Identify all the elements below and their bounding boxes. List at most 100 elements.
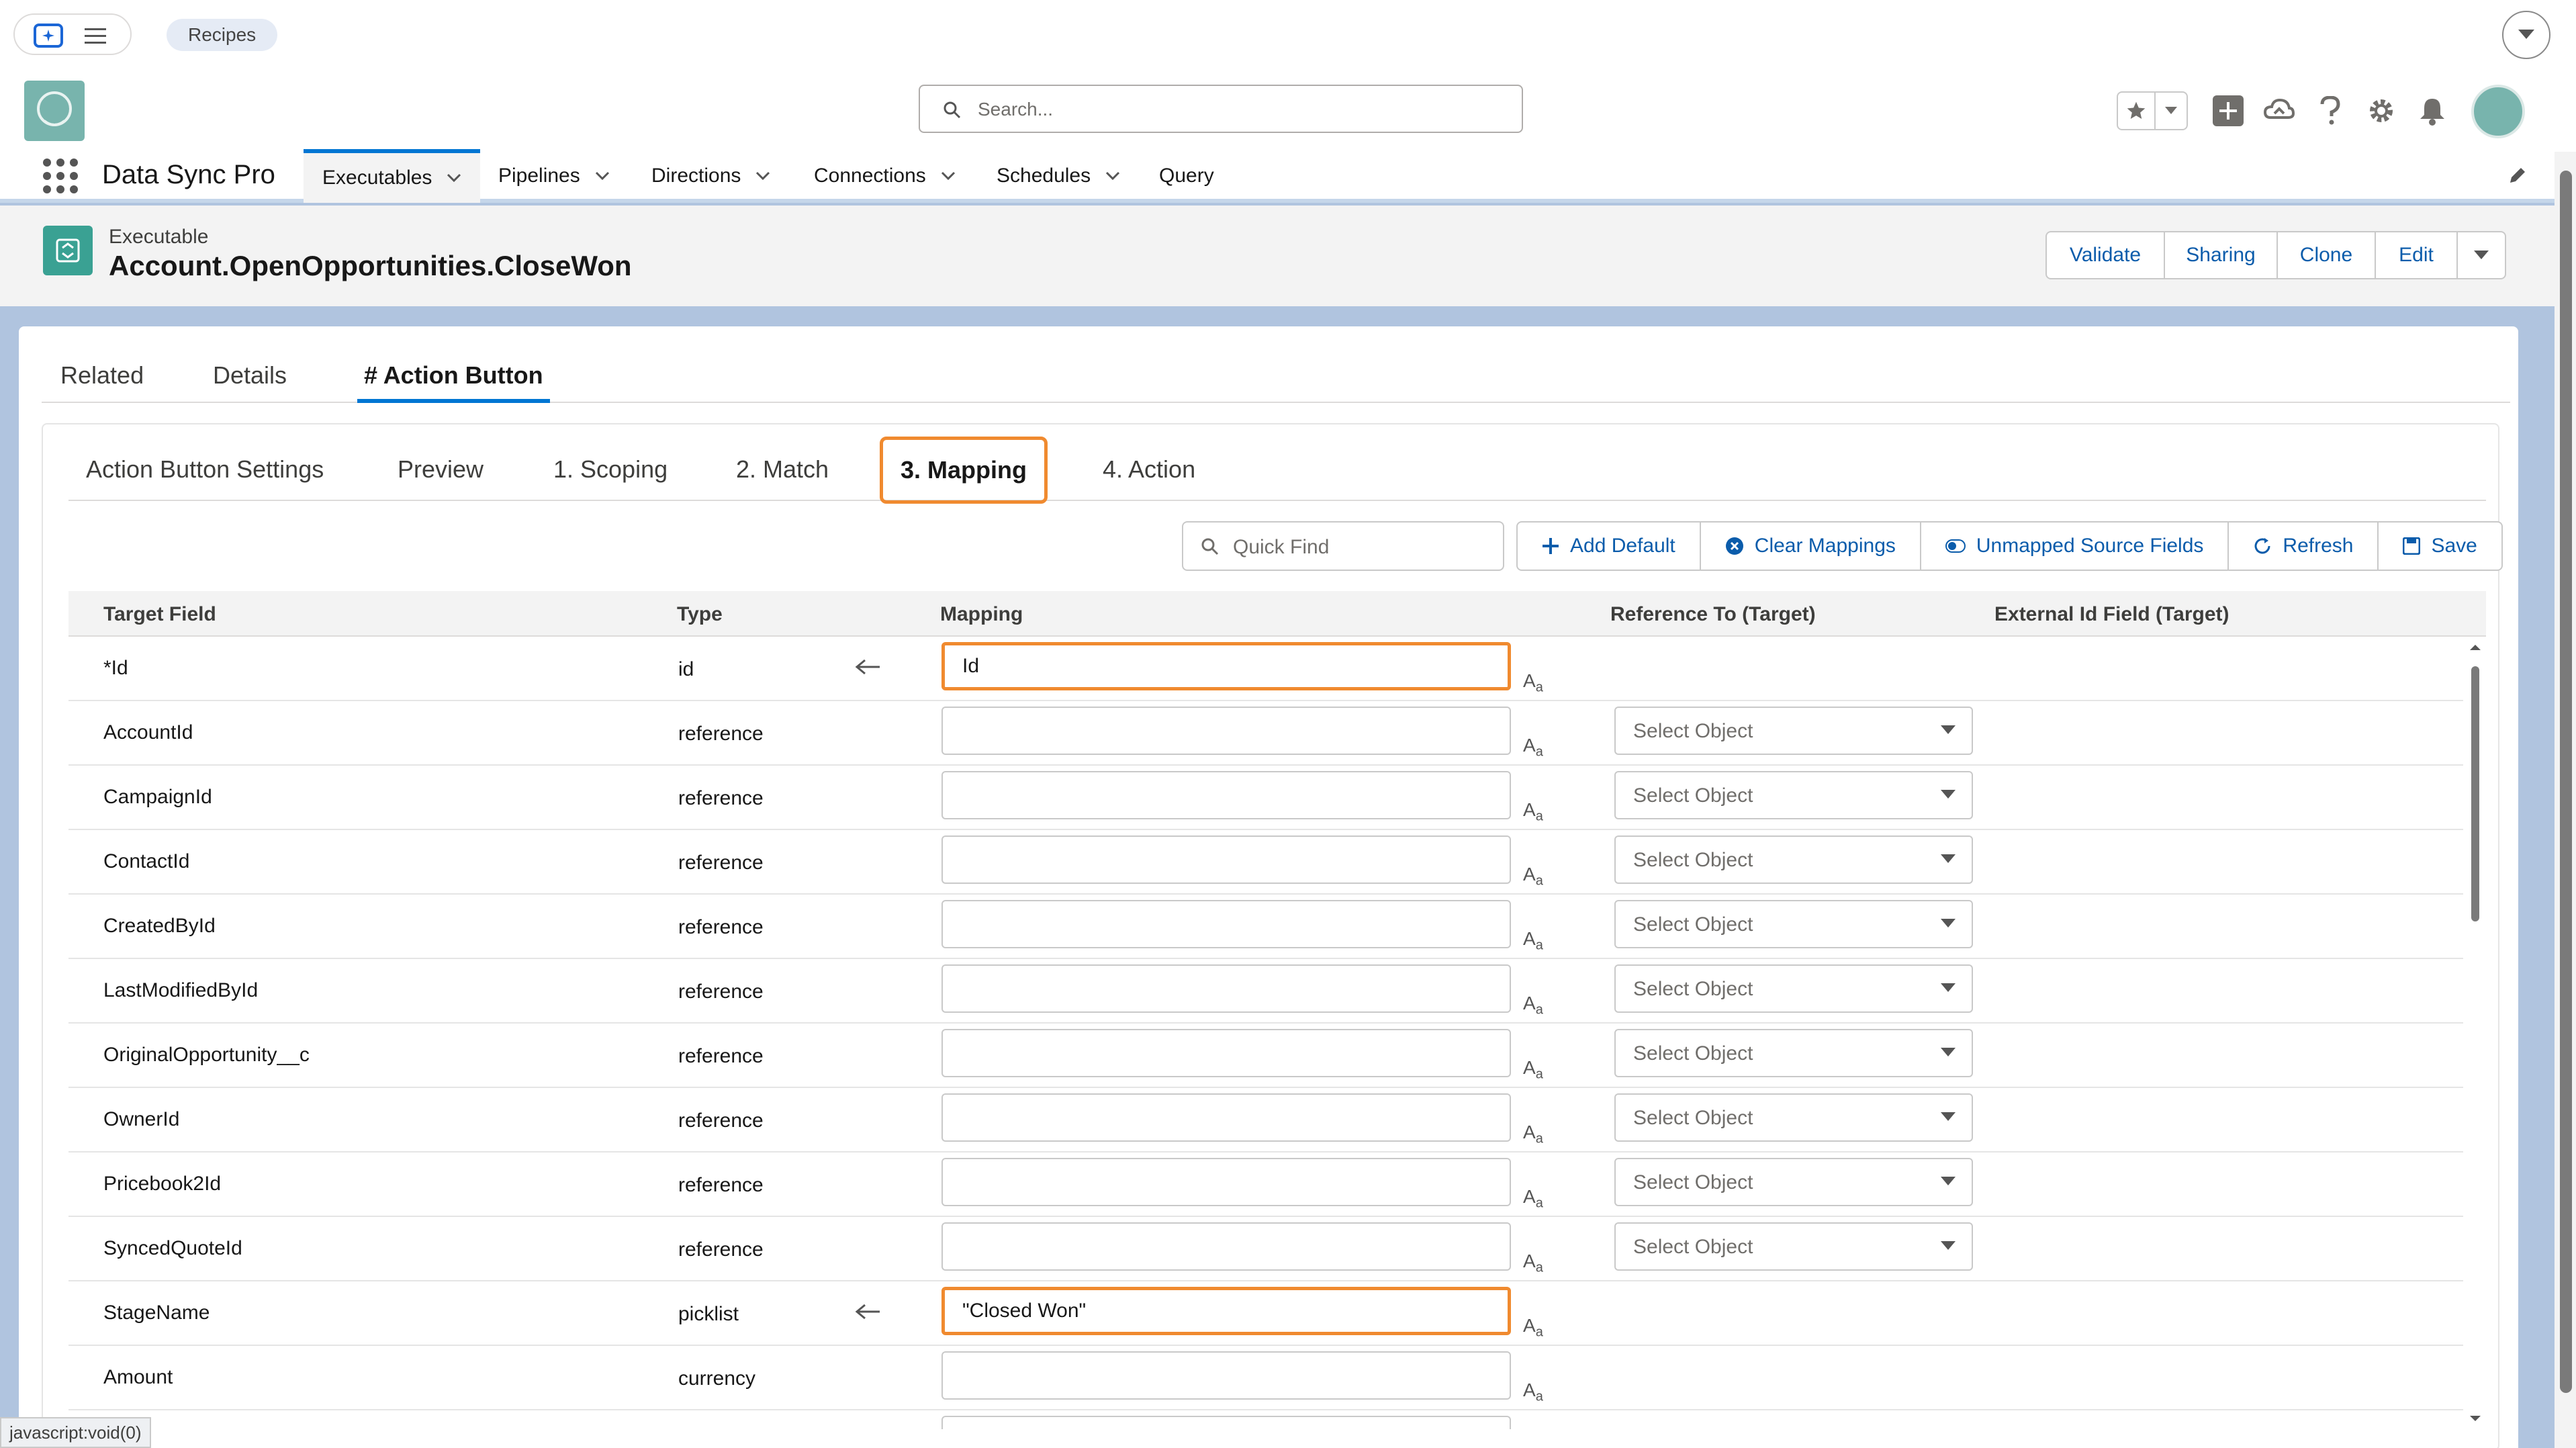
reference-object-select[interactable]: Select Object xyxy=(1614,900,1973,948)
tab-action[interactable]: 4. Action xyxy=(1103,455,1195,484)
bell-icon[interactable] xyxy=(2407,90,2458,132)
mapping-input[interactable] xyxy=(941,1351,1511,1400)
table-row: StageName picklist "Closed Won" Aa xyxy=(68,1281,2463,1346)
select-placeholder: Select Object xyxy=(1633,1171,1753,1193)
mapping-input[interactable] xyxy=(941,707,1511,755)
unmapped-source-fields-label: Unmapped Source Fields xyxy=(1976,535,2204,557)
mapping-input[interactable]: "Closed Won" xyxy=(941,1287,1511,1335)
mapping-input[interactable] xyxy=(941,771,1511,819)
reference-object-select[interactable]: Select Object xyxy=(1614,707,1973,755)
clear-mappings-button[interactable]: Clear Mappings xyxy=(1701,523,1921,570)
unmapped-source-fields-toggle[interactable]: Unmapped Source Fields xyxy=(1921,523,2229,570)
text-format-icon[interactable]: Aa xyxy=(1523,1251,1543,1276)
app-launcher-icon[interactable] xyxy=(43,159,78,193)
nav-item-query[interactable]: Query xyxy=(1159,149,1214,203)
nav-item-pipelines[interactable]: Pipelines xyxy=(498,149,610,203)
global-search[interactable]: Search... xyxy=(919,85,1523,133)
sharing-button[interactable]: Sharing xyxy=(2165,232,2278,278)
field-type: id xyxy=(678,658,694,680)
star-icon[interactable] xyxy=(2118,93,2156,129)
cloud-icon[interactable] xyxy=(2254,90,2305,132)
refresh-button[interactable]: Refresh xyxy=(2229,523,2379,570)
reference-object-select[interactable]: Select Object xyxy=(1614,964,1973,1013)
reference-object-select[interactable]: Select Object xyxy=(1614,1093,1973,1142)
edit-button[interactable]: Edit xyxy=(2376,232,2458,278)
utility-dropdown-button[interactable] xyxy=(2502,11,2550,59)
nav-item-schedules[interactable]: Schedules xyxy=(997,149,1120,203)
reference-object-select[interactable]: Select Object xyxy=(1614,1158,1973,1206)
col-target-field[interactable]: Target Field xyxy=(103,603,216,626)
nav-item-connections[interactable]: Connections xyxy=(814,149,956,203)
text-format-icon[interactable]: Aa xyxy=(1523,864,1543,889)
page-scrollbar[interactable] xyxy=(2555,152,2576,1448)
page-title: Account.OpenOpportunities.CloseWon xyxy=(109,250,632,281)
mapping-input[interactable] xyxy=(941,964,1511,1013)
page-scrollbar-thumb[interactable] xyxy=(2560,171,2572,1393)
select-placeholder: Select Object xyxy=(1633,1236,1753,1258)
mapping-input[interactable]: Id xyxy=(941,642,1511,690)
select-placeholder: Select Object xyxy=(1633,1042,1753,1065)
text-format-icon[interactable]: Aa xyxy=(1523,735,1543,760)
text-format-icon[interactable]: Aa xyxy=(1523,1186,1543,1212)
text-format-icon[interactable]: Aa xyxy=(1523,799,1543,825)
text-format-icon[interactable]: Aa xyxy=(1523,1379,1543,1405)
target-field-name: StageName xyxy=(103,1302,210,1324)
tab-related[interactable]: Related xyxy=(60,361,144,403)
record-type-label: Executable xyxy=(109,226,209,248)
chevron-down-icon xyxy=(1941,1241,1956,1250)
nav-item-directions[interactable]: Directions xyxy=(651,149,770,203)
pencil-icon[interactable] xyxy=(2508,165,2528,185)
recipes-tab[interactable]: Recipes xyxy=(167,19,278,51)
mapping-input[interactable] xyxy=(941,1093,1511,1142)
tab-scoping[interactable]: 1. Scoping xyxy=(553,455,668,484)
select-placeholder: Select Object xyxy=(1633,978,1753,1000)
app-switcher[interactable] xyxy=(13,13,132,55)
clone-button[interactable]: Clone xyxy=(2278,232,2376,278)
reference-object-select[interactable]: Select Object xyxy=(1614,1222,1973,1271)
chevron-down-icon[interactable] xyxy=(2156,93,2187,129)
add-default-button[interactable]: Add Default xyxy=(1518,523,1701,570)
nav-item-label: Executables xyxy=(322,167,432,189)
validate-button[interactable]: Validate xyxy=(2047,232,2165,278)
text-format-icon[interactable]: Aa xyxy=(1523,670,1543,696)
help-icon[interactable] xyxy=(2305,90,2356,132)
text-format-icon[interactable]: Aa xyxy=(1523,928,1543,954)
text-format-icon[interactable]: Aa xyxy=(1523,1315,1543,1341)
reference-object-select[interactable]: Select Object xyxy=(1614,1029,1973,1077)
col-type[interactable]: Type xyxy=(677,603,723,626)
reference-object-select[interactable]: Select Object xyxy=(1614,835,1973,884)
nav-item-executables[interactable]: Executables xyxy=(304,149,481,203)
tab-action-button-settings[interactable]: Action Button Settings xyxy=(86,455,324,484)
mapping-input[interactable] xyxy=(941,1029,1511,1077)
reference-object-select[interactable]: Select Object xyxy=(1614,771,1973,819)
col-mapping[interactable]: Mapping xyxy=(940,603,1023,626)
text-format-icon[interactable]: Aa xyxy=(1523,1122,1543,1147)
mapping-input[interactable] xyxy=(941,900,1511,948)
col-reference-to[interactable]: Reference To (Target) xyxy=(1610,603,1816,626)
mapping-input[interactable] xyxy=(941,1158,1511,1206)
avatar[interactable] xyxy=(2471,85,2525,138)
tab-mapping[interactable]: 3. Mapping xyxy=(880,437,1048,504)
text-format-icon[interactable]: Aa xyxy=(1523,993,1543,1018)
gear-icon[interactable] xyxy=(2356,90,2407,132)
mapping-input[interactable] xyxy=(941,1416,1511,1429)
record-tabs: Related Details # Action Button xyxy=(42,361,2510,403)
tab-details[interactable]: Details xyxy=(213,361,287,403)
select-placeholder: Select Object xyxy=(1633,1107,1753,1129)
chevron-down-icon xyxy=(1941,790,1956,799)
org-logo[interactable] xyxy=(24,81,85,141)
arrow-left-icon xyxy=(854,1302,881,1322)
select-placeholder: Select Object xyxy=(1633,849,1753,871)
col-external-id[interactable]: External Id Field (Target) xyxy=(1994,603,2229,626)
tab-preview[interactable]: Preview xyxy=(398,455,484,484)
more-actions-button[interactable] xyxy=(2458,232,2505,278)
quick-find-input[interactable]: Quick Find xyxy=(1182,521,1504,571)
tab-action-button[interactable]: # Action Button xyxy=(357,361,550,403)
table-scrollbar[interactable] xyxy=(2465,637,2486,1429)
save-button[interactable]: Save xyxy=(2379,523,2501,570)
text-format-icon[interactable]: Aa xyxy=(1523,1057,1543,1083)
tab-match[interactable]: 2. Match xyxy=(736,455,829,484)
plus-icon[interactable] xyxy=(2203,90,2254,132)
mapping-input[interactable] xyxy=(941,835,1511,884)
mapping-input[interactable] xyxy=(941,1222,1511,1271)
